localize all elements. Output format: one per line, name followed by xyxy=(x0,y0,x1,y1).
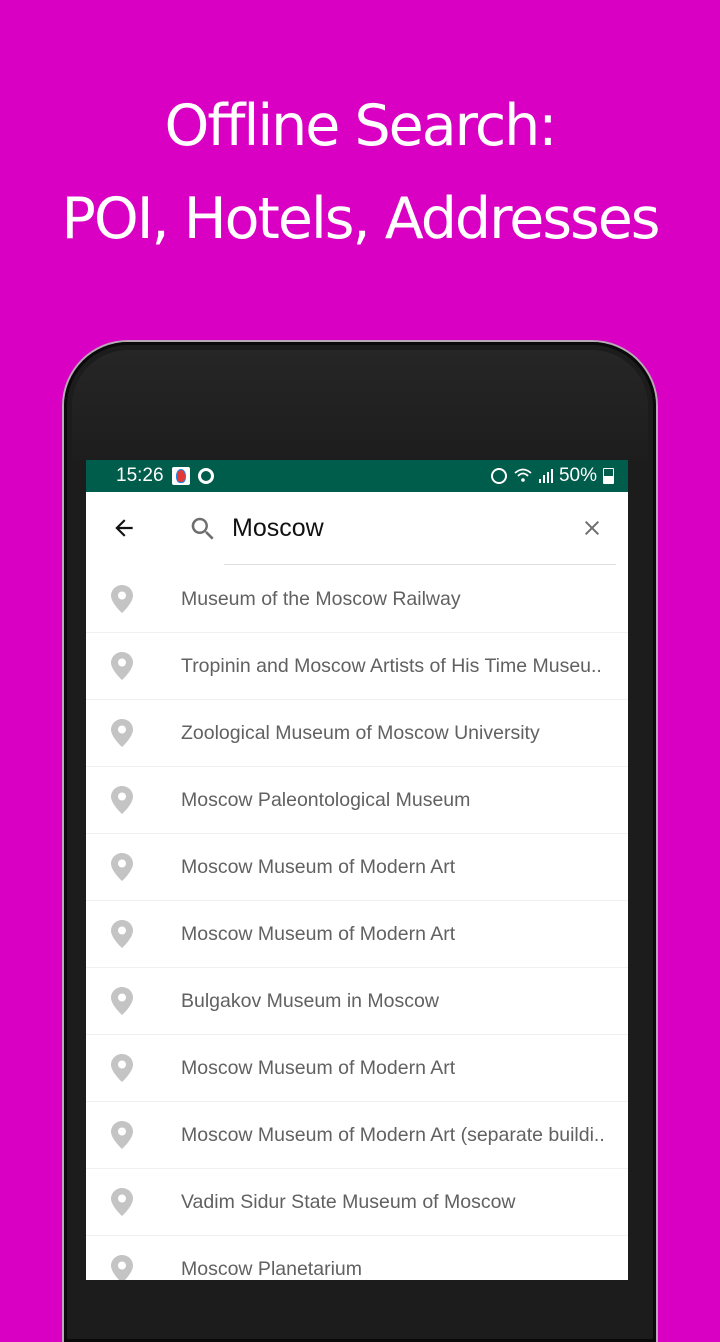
map-pin-icon xyxy=(111,1188,133,1216)
map-pin-icon xyxy=(111,920,133,948)
result-label: Vadim Sidur State Museum of Moscow xyxy=(181,1190,516,1213)
result-item[interactable]: Zoological Museum of Moscow University xyxy=(86,700,628,767)
result-item[interactable]: Vadim Sidur State Museum of Moscow xyxy=(86,1169,628,1236)
result-item[interactable]: Moscow Museum of Modern Art (separate bu… xyxy=(86,1102,628,1169)
result-label: Moscow Planetarium xyxy=(181,1257,362,1280)
result-label: Bulgakov Museum in Moscow xyxy=(181,989,439,1012)
map-pin-icon xyxy=(111,1121,133,1149)
phone-screen: 15:26 50% Moscow Museum of the Moscow Ra… xyxy=(86,460,628,1280)
headline-line-2: POI, Hotels, Addresses xyxy=(61,186,661,252)
map-pin-icon xyxy=(111,652,133,680)
result-label: Zoological Museum of Moscow University xyxy=(181,721,540,744)
result-item[interactable]: Moscow Museum of Modern Art xyxy=(86,1035,628,1102)
result-item[interactable]: Moscow Paleontological Museum xyxy=(86,767,628,834)
search-input[interactable] xyxy=(232,508,562,548)
app-notification-icon xyxy=(171,467,190,485)
result-item[interactable]: Moscow Planetarium xyxy=(86,1236,628,1280)
result-item[interactable]: Museum of the Moscow Railway xyxy=(86,566,628,633)
map-pin-icon xyxy=(111,585,133,613)
search-underline xyxy=(224,564,616,565)
status-bar: 15:26 50% xyxy=(86,460,628,492)
results-list: Museum of the Moscow Railway Tropinin and… xyxy=(86,566,628,1280)
clear-search-button[interactable] xyxy=(576,512,608,544)
map-pin-icon xyxy=(111,1054,133,1082)
map-pin-icon xyxy=(111,719,133,747)
status-time: 15:26 xyxy=(116,465,164,486)
result-label: Moscow Museum of Modern Art xyxy=(181,1056,456,1079)
result-item[interactable]: Tropinin and Moscow Artists of His Time … xyxy=(86,633,628,700)
back-button[interactable] xyxy=(108,512,140,544)
close-icon xyxy=(585,521,599,535)
battery-percent: 50% xyxy=(558,465,597,486)
result-label: Moscow Paleontological Museum xyxy=(181,788,471,811)
result-label: Moscow Museum of Modern Art xyxy=(181,855,456,878)
battery-charging-icon xyxy=(603,468,614,484)
promo-headline: Offline Search: POI, Hotels, Addresses xyxy=(0,80,720,266)
status-right-group: 50% xyxy=(490,465,614,487)
search-bar xyxy=(86,492,628,566)
signal-icon xyxy=(538,469,553,483)
phone-bezel xyxy=(72,350,648,460)
result-label: Tropinin and Moscow Artists of His Time … xyxy=(181,654,602,677)
result-item[interactable]: Bulgakov Museum in Moscow xyxy=(86,968,628,1035)
map-pin-icon xyxy=(111,786,133,814)
result-label: Moscow Museum of Modern Art (separate bu… xyxy=(181,1123,605,1146)
result-label: Moscow Museum of Modern Art xyxy=(181,922,456,945)
alarm-icon xyxy=(490,468,507,484)
result-item[interactable]: Moscow Museum of Modern Art xyxy=(86,901,628,968)
result-item[interactable]: Moscow Museum of Modern Art xyxy=(86,834,628,901)
wifi-icon xyxy=(513,467,533,486)
map-pin-icon xyxy=(111,1255,133,1280)
map-pin-icon xyxy=(111,853,133,881)
result-label: Museum of the Moscow Railway xyxy=(181,587,461,610)
arrow-left-icon xyxy=(115,519,133,537)
map-pin-icon xyxy=(111,987,133,1015)
headline-line-1: Offline Search: xyxy=(164,93,557,159)
search-icon xyxy=(191,517,214,540)
q-app-icon xyxy=(197,468,214,484)
